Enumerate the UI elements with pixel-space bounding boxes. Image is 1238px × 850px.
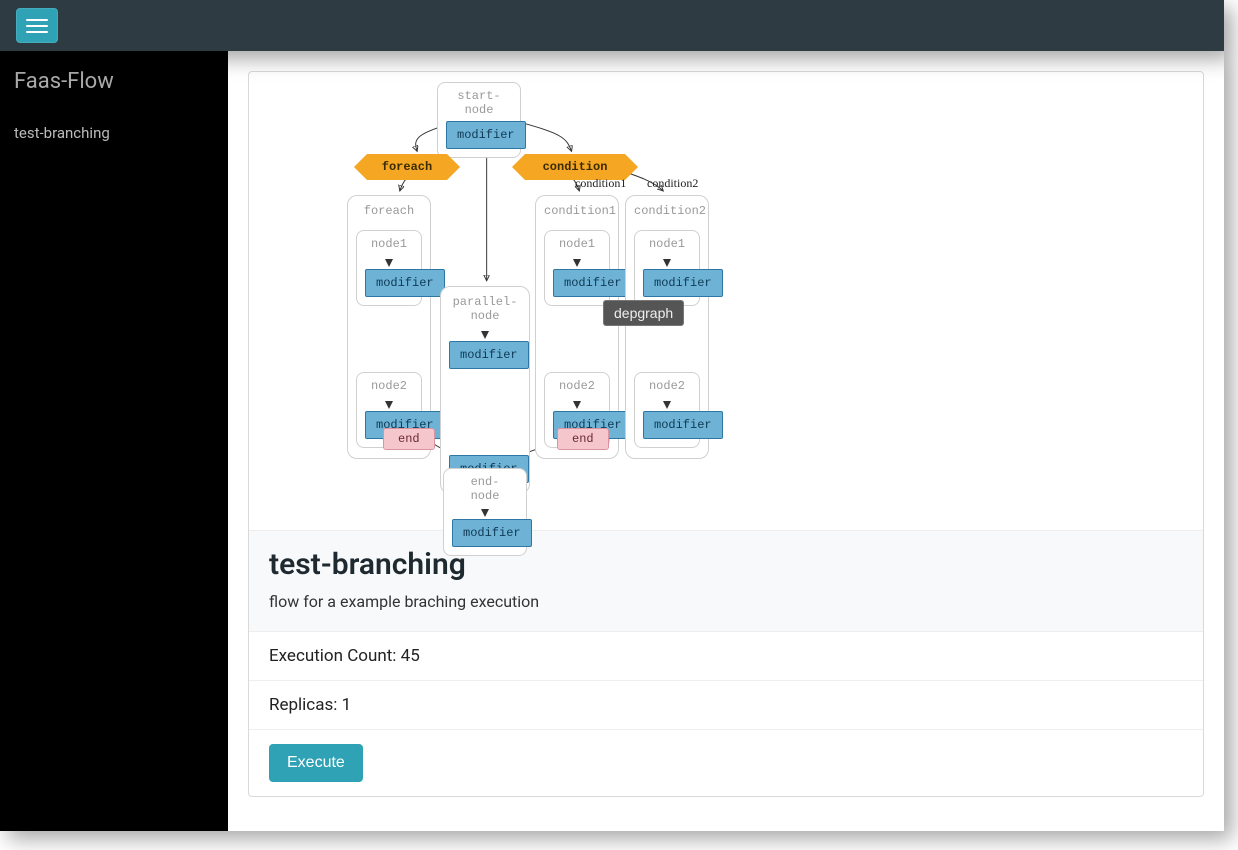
flow-graph[interactable]: start-node modifier foreach condition co… (249, 72, 1203, 530)
main-content: start-node modifier foreach condition co… (228, 51, 1224, 831)
graph-parallel-node[interactable]: parallel-node modifier modifier (440, 286, 530, 494)
node-title: start-node (446, 87, 512, 121)
graph-cond1-subgraph[interactable]: condition1 node1 modifier node2 modifier (535, 195, 619, 459)
graph-end-condition[interactable]: end (557, 428, 609, 450)
flow-title: test-branching (269, 547, 1183, 582)
arrow-down-icon (385, 259, 393, 267)
menu-toggle-button[interactable] (16, 8, 58, 43)
replicas-label: Replicas: (269, 695, 342, 715)
flow-description: flow for a example braching execution (269, 592, 1183, 611)
sidebar: Faas-Flow test-branching (0, 51, 228, 831)
app-brand: Faas-Flow (14, 69, 214, 94)
graph-node[interactable]: node1 modifier (544, 230, 610, 306)
arrow-down-icon (481, 331, 489, 339)
action-row: Execute (249, 729, 1203, 796)
edge-label-cond2: condition2 (647, 176, 698, 191)
exec-count-label: Execution Count: (269, 646, 401, 666)
graph-cond2-subgraph[interactable]: condition2 node1 modifier node2 modifier (625, 195, 709, 459)
flow-card: start-node modifier foreach condition co… (248, 71, 1204, 797)
sidebar-item-test-branching[interactable]: test-branching (14, 118, 214, 148)
subgraph-title: foreach (356, 202, 422, 224)
edge-label-cond1: condition1 (575, 176, 626, 191)
arrow-down-icon (385, 401, 393, 409)
hamburger-icon (26, 19, 48, 21)
replicas-row: Replicas: 1 (249, 680, 1203, 729)
execute-button[interactable]: Execute (269, 744, 363, 782)
topbar (0, 0, 1224, 51)
arrow-down-icon (573, 259, 581, 267)
arrow-down-icon (481, 509, 489, 517)
arrow-down-icon (573, 401, 581, 409)
graph-end-foreach[interactable]: end (383, 428, 435, 450)
graph-foreach-subgraph[interactable]: foreach node1 modifier node2 modifier (347, 195, 431, 459)
graph-foreach-branch[interactable]: foreach (367, 154, 447, 180)
graph-node[interactable]: node1 modifier (356, 230, 422, 306)
arrow-down-icon (663, 259, 671, 267)
execution-count-row: Execution Count: 45 (249, 631, 1203, 680)
flow-info-header: test-branching flow for a example brachi… (249, 530, 1203, 631)
graph-end-node[interactable]: end-node modifier (443, 468, 527, 556)
graph-start-node[interactable]: start-node modifier (437, 82, 521, 158)
arrow-down-icon (663, 401, 671, 409)
exec-count-value: 45 (401, 646, 420, 666)
replicas-value: 1 (342, 695, 352, 715)
graph-tooltip: depgraph (603, 300, 684, 326)
graph-node[interactable]: node1 modifier (634, 230, 700, 306)
node-op: modifier (446, 121, 526, 149)
graph-node[interactable]: node2 modifier (634, 372, 700, 448)
